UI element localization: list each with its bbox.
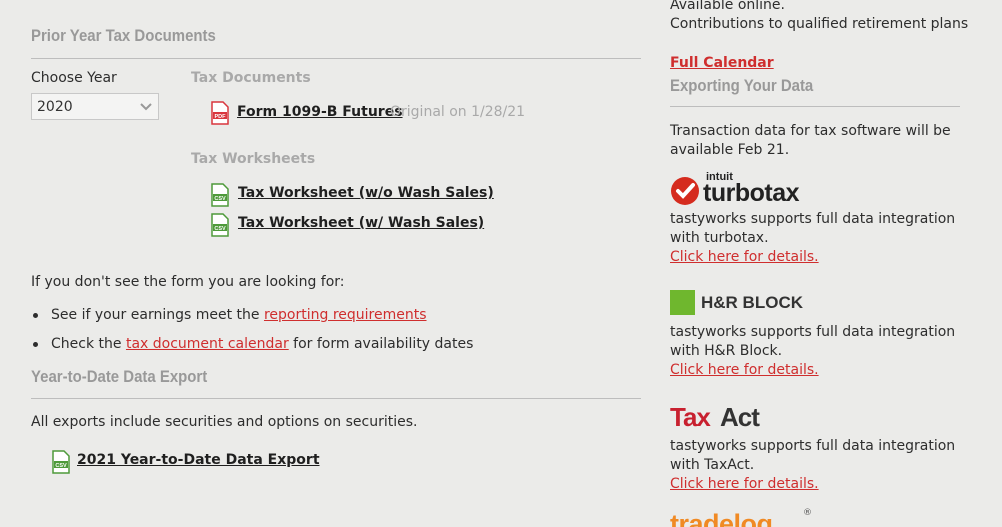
hrblock-details-link[interactable]: Click here for details.: [670, 362, 819, 378]
list-item: Check the tax document calendar for form…: [31, 334, 473, 363]
help-list: See if your earnings meet the reporting …: [31, 305, 473, 363]
ytd-export-link[interactable]: 2021 Year-to-Date Data Export: [77, 452, 320, 468]
csv-file-icon: CSV: [211, 183, 229, 207]
tax-document-calendar-link[interactable]: tax document calendar: [126, 336, 289, 352]
full-calendar-link[interactable]: Full Calendar: [670, 55, 774, 71]
pdf-file-icon: PDF: [211, 101, 229, 125]
not-found-text: If you don't see the form you are lookin…: [31, 274, 345, 290]
turbotax-line1: tastyworks supports full data integratio…: [670, 211, 956, 227]
calendar-note-line1: Available online.: [670, 0, 785, 13]
hrblock-line2: with H&R Block.: [670, 343, 783, 359]
year-select-value: 2020: [37, 99, 73, 115]
worksheet-wo-wash-link[interactable]: Tax Worksheet (w/o Wash Sales): [238, 185, 494, 201]
calendar-note-line2: Contributions to qualified retirement pl…: [670, 16, 969, 32]
form-1099b-status: Original on 1/28/21: [390, 104, 526, 120]
taxact-line2: with TaxAct.: [670, 457, 755, 473]
prior-year-title: Prior Year Tax Documents: [31, 26, 216, 45]
year-select[interactable]: 2020: [31, 93, 159, 120]
svg-text:CSV: CSV: [214, 196, 226, 202]
turbotax-line2: with turbotax.: [670, 230, 769, 246]
tradelog-logo: tradelog ®: [670, 508, 812, 527]
exporting-title: Exporting Your Data: [670, 76, 814, 95]
reporting-requirements-link[interactable]: reporting requirements: [264, 307, 427, 323]
divider: [31, 58, 641, 59]
green-square-icon: [670, 290, 695, 315]
list-item: See if your earnings meet the reporting …: [31, 305, 473, 334]
svg-text:CSV: CSV: [214, 226, 226, 232]
turbotax-details-link[interactable]: Click here for details.: [670, 249, 819, 265]
csv-file-icon: CSV: [211, 213, 229, 237]
svg-text:CSV: CSV: [55, 463, 67, 469]
tax-worksheets-label: Tax Worksheets: [191, 151, 316, 167]
taxact-details-link[interactable]: Click here for details.: [670, 476, 819, 492]
choose-year-label: Choose Year: [31, 70, 117, 86]
ytd-description: All exports include securities and optio…: [31, 414, 418, 430]
transaction-note-line1: Transaction data for tax software will b…: [670, 123, 951, 139]
tax-documents-label: Tax Documents: [191, 70, 311, 86]
transaction-note-line2: available Feb 21.: [670, 142, 790, 158]
taxact-logo: Tax Act: [670, 402, 760, 432]
hrblock-line1: tastyworks supports full data integratio…: [670, 324, 956, 340]
form-1099b-link[interactable]: Form 1099-B Futures: [237, 104, 403, 120]
chevron-down-icon: [140, 103, 152, 111]
taxact-line1: tastyworks supports full data integratio…: [670, 438, 956, 454]
ytd-title: Year-to-Date Data Export: [31, 367, 208, 386]
hrblock-logo: H&R BLOCK: [670, 290, 820, 316]
divider: [670, 106, 960, 107]
csv-file-icon: CSV: [52, 450, 70, 474]
worksheet-w-wash-link[interactable]: Tax Worksheet (w/ Wash Sales): [238, 215, 484, 231]
turbotax-logo: intuit turbotax: [670, 171, 820, 207]
checkmark-icon: [671, 177, 699, 205]
svg-text:PDF: PDF: [215, 114, 227, 120]
divider: [31, 398, 641, 399]
